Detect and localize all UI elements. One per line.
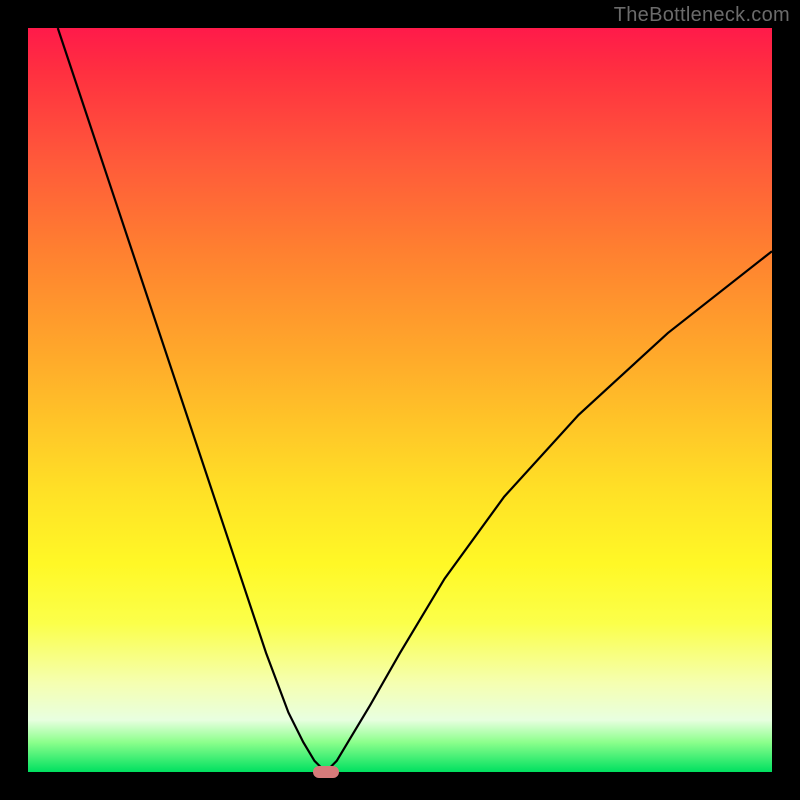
watermark-text: TheBottleneck.com	[614, 4, 790, 27]
minimum-marker	[313, 766, 339, 778]
chart-plot-area	[28, 28, 772, 772]
